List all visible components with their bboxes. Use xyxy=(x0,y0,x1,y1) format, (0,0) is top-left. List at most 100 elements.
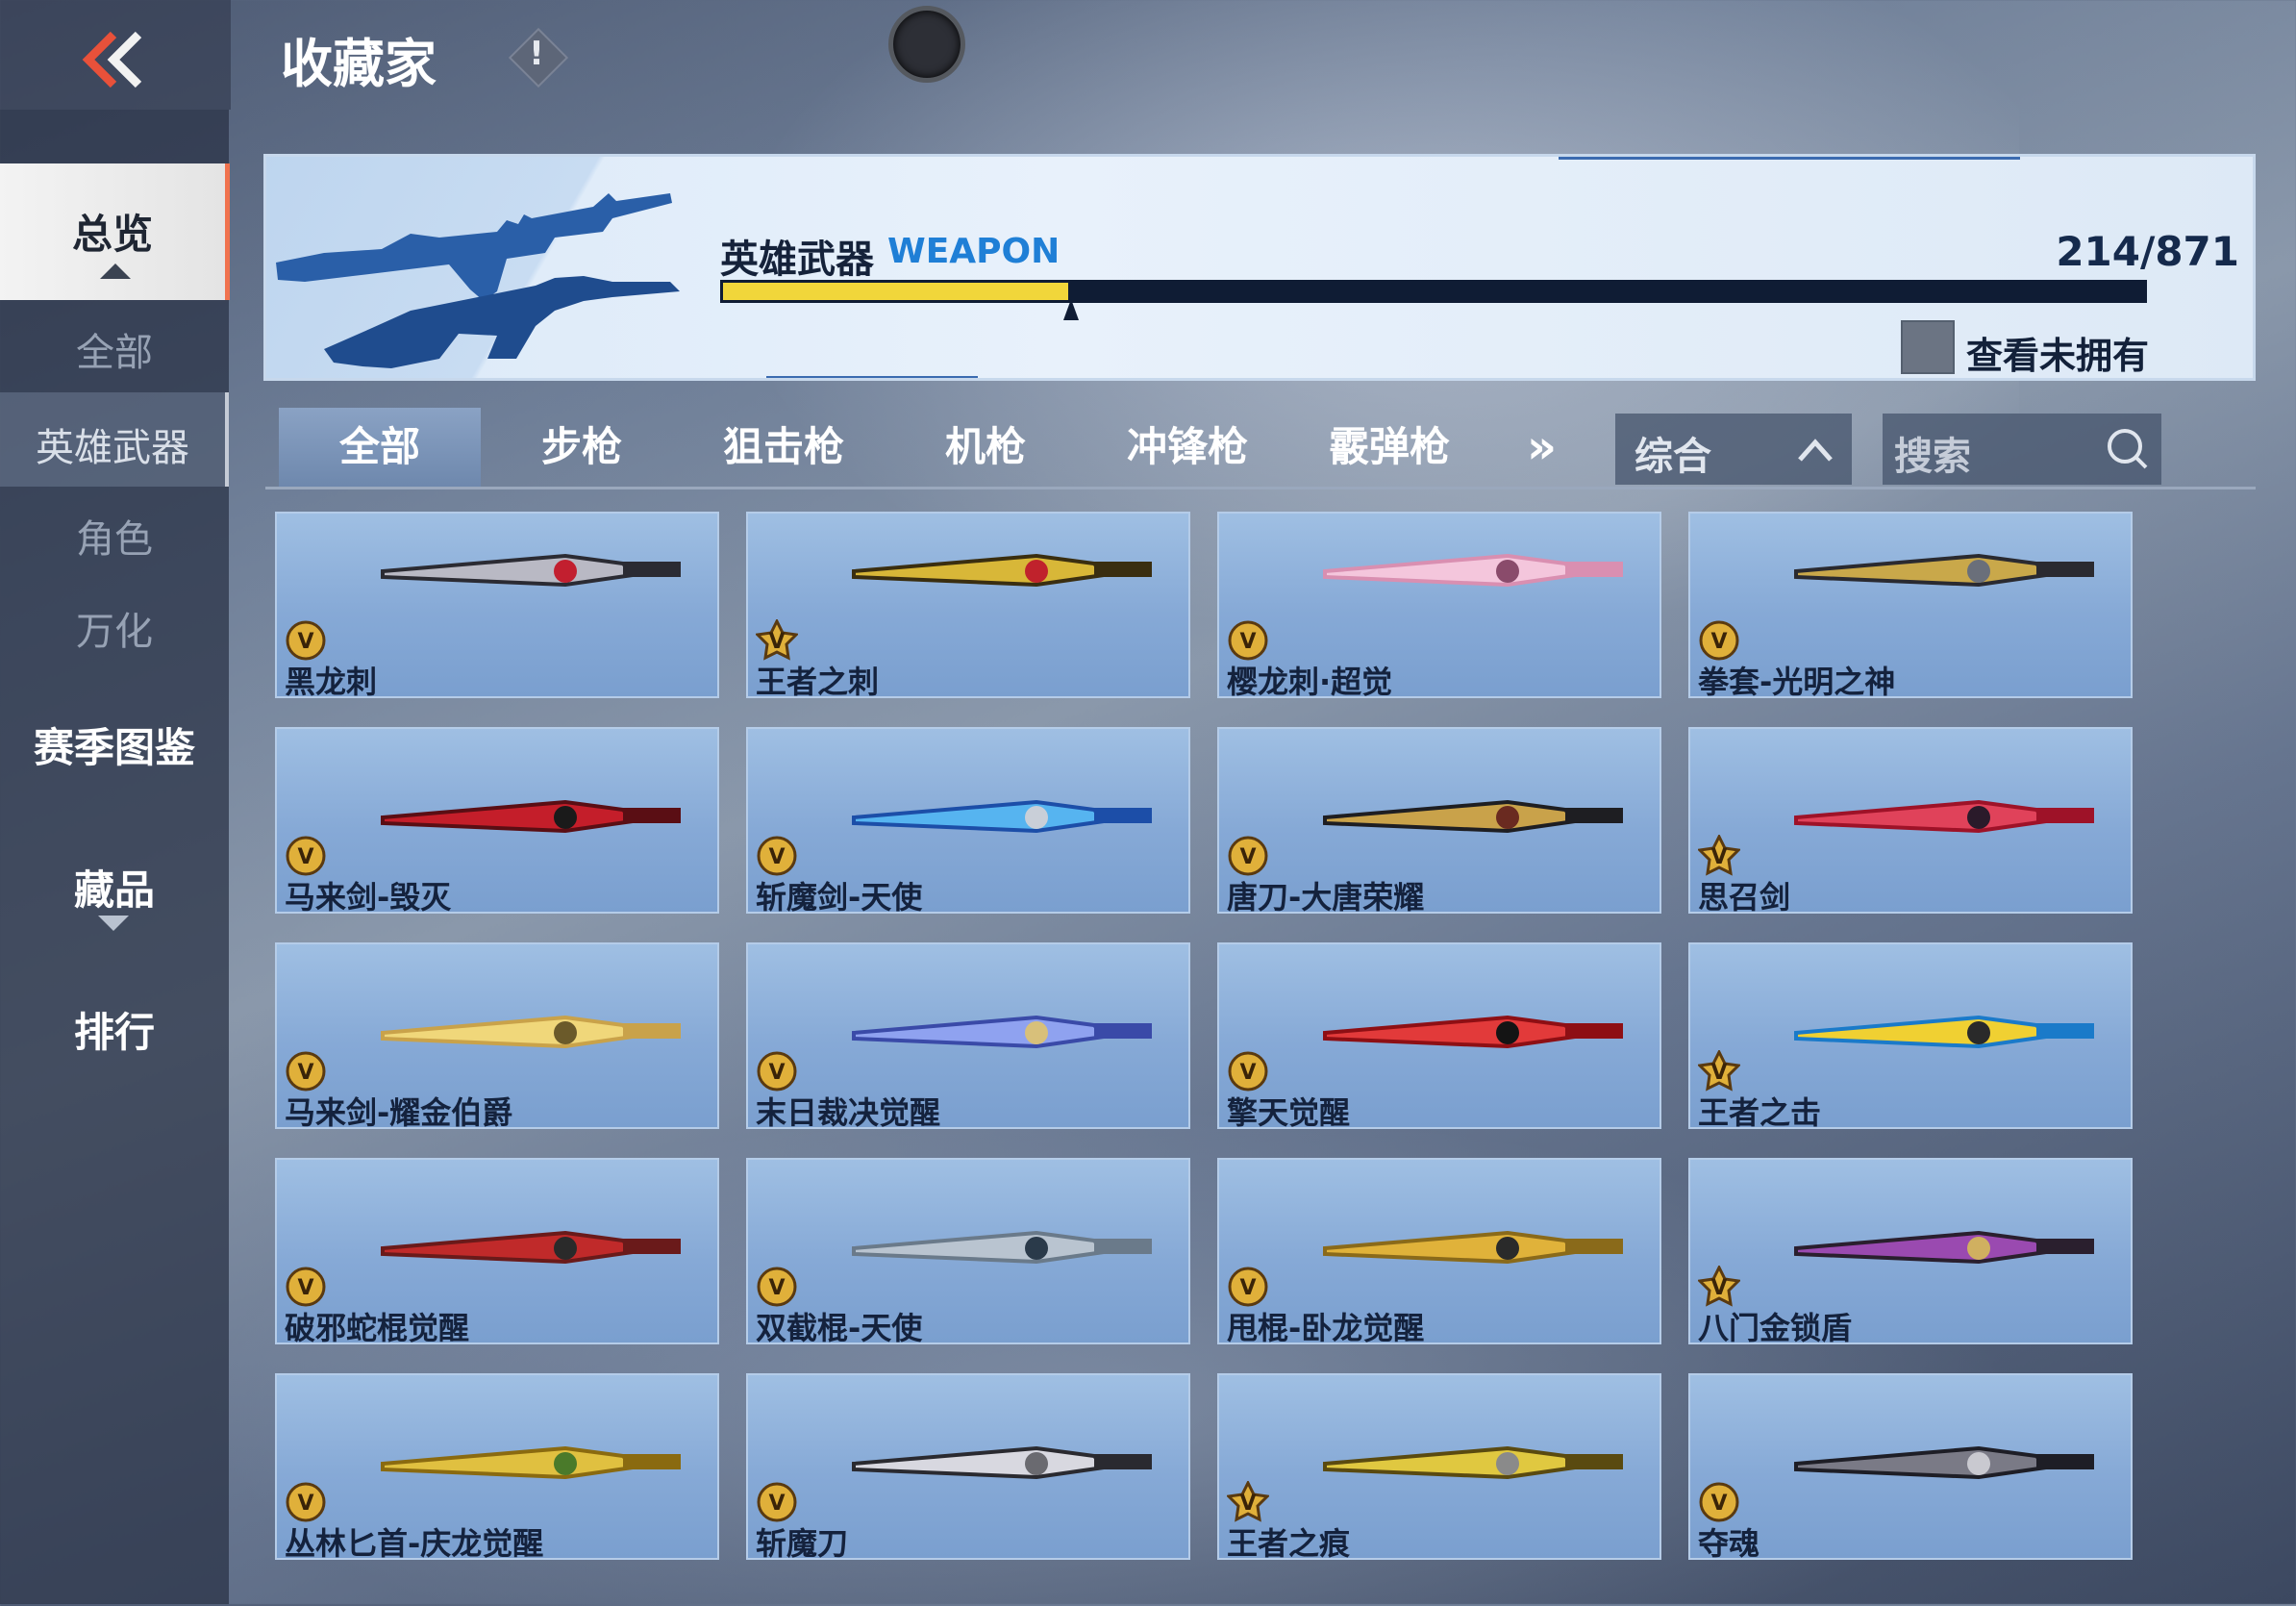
svg-text:V: V xyxy=(1710,1061,1727,1085)
weapon-card[interactable]: V 甩棍-卧龙觉醒 xyxy=(1217,1158,1661,1344)
v-tier-badge-icon: V xyxy=(1228,1267,1268,1307)
tab-all[interactable]: 全部 xyxy=(279,408,481,487)
king-tier-badge-icon: V xyxy=(1698,1266,1740,1307)
weapon-name: 黑龙刺 xyxy=(285,664,378,698)
tab-rifle[interactable]: 步枪 xyxy=(481,408,683,487)
search-input[interactable]: 搜索 xyxy=(1883,414,2161,485)
sidebar-item-characters[interactable]: 角色 xyxy=(0,508,229,564)
weapon-card[interactable]: V 马来剑-耀金伯爵 xyxy=(275,942,719,1129)
v-tier-badge-icon: V xyxy=(1699,1482,1739,1522)
weapon-type-tabs: 全部 步枪 狙击枪 机枪 冲锋枪 霰弹枪 » 综合 搜索 xyxy=(265,408,2256,494)
weapon-name: 拳套-光明之神 xyxy=(1698,664,1896,698)
chevron-up-icon xyxy=(1798,439,1833,462)
svg-text:V: V xyxy=(297,845,313,869)
weapon-card[interactable]: V 王者之刺 xyxy=(746,512,1190,698)
v-tier-badge-icon: V xyxy=(757,836,797,876)
weapon-card[interactable]: V 樱龙刺·超觉 xyxy=(1217,512,1661,698)
svg-text:V: V xyxy=(297,630,313,654)
tab-smg[interactable]: 冲锋枪 xyxy=(1086,408,1288,487)
sidebar-item-wanhua[interactable]: 万化 xyxy=(0,600,229,656)
weapon-card[interactable]: V 丛林匕首-庆龙觉醒 xyxy=(275,1373,719,1560)
weapon-name: 思召剑 xyxy=(1698,879,1791,914)
sort-dropdown[interactable]: 综合 xyxy=(1615,414,1852,485)
weapon-name: 丛林匕首-庆龙觉醒 xyxy=(285,1525,544,1560)
tab-machine-gun[interactable]: 机枪 xyxy=(885,408,1086,487)
v-tier-badge-icon: V xyxy=(1228,836,1268,876)
svg-text:V: V xyxy=(1239,1061,1256,1085)
weapon-name: 双截棍-天使 xyxy=(756,1310,923,1344)
weapon-card[interactable]: V 斩魔剑-天使 xyxy=(746,727,1190,914)
tab-sniper[interactable]: 狙击枪 xyxy=(683,408,885,487)
weapon-card[interactable]: V 思召剑 xyxy=(1688,727,2133,914)
sidebar-item-all[interactable]: 全部 xyxy=(0,321,229,377)
record-button[interactable] xyxy=(888,6,965,83)
collection-progress-bar xyxy=(720,280,2147,303)
weapon-card[interactable]: V 双截棍-天使 xyxy=(746,1158,1190,1344)
weapon-name: 王者之击 xyxy=(1698,1094,1822,1129)
sidebar-item-hero-weapons[interactable]: 英雄武器 xyxy=(0,392,229,487)
svg-text:V: V xyxy=(768,1061,785,1085)
tab-shotgun[interactable]: 霰弹枪 xyxy=(1288,408,1490,487)
sidebar-item-season-album[interactable]: 赛季图鉴 xyxy=(0,715,229,774)
weapon-card[interactable]: V 八门金锁盾 xyxy=(1688,1158,2133,1344)
sidebar-item-collectibles[interactable]: 藏品 xyxy=(0,858,229,916)
weapon-card[interactable]: V 末日裁决觉醒 xyxy=(746,942,1190,1129)
weapon-name: 斩魔剑-天使 xyxy=(756,879,923,914)
weapon-name: 擎天觉醒 xyxy=(1227,1094,1351,1129)
progress-marker-icon xyxy=(1063,299,1079,320)
weapon-card[interactable]: V 夺魂 xyxy=(1688,1373,2133,1560)
king-tier-badge-icon: V xyxy=(1698,835,1740,876)
sidebar-item-label: 总览 xyxy=(71,211,153,258)
weapon-card[interactable]: V 王者之痕 xyxy=(1217,1373,1661,1560)
weapon-card[interactable]: V 黑龙刺 xyxy=(275,512,719,698)
weapon-name: 斩魔刀 xyxy=(756,1525,849,1560)
double-chevron-left-icon xyxy=(82,31,142,88)
banner-title-en: WEAPON xyxy=(887,232,1061,271)
search-placeholder: 搜索 xyxy=(1894,435,1971,479)
banner-title: 英雄武器 xyxy=(720,238,874,282)
weapon-name: 王者之痕 xyxy=(1227,1525,1351,1560)
weapon-name: 马来剑-毁灭 xyxy=(285,879,452,914)
view-unowned-checkbox[interactable] xyxy=(1901,320,1955,374)
svg-text:V: V xyxy=(1710,845,1727,869)
search-icon xyxy=(2108,429,2148,469)
svg-text:V: V xyxy=(1239,845,1256,869)
king-tier-badge-icon: V xyxy=(756,619,798,661)
v-tier-badge-icon: V xyxy=(286,1267,326,1307)
collapse-triangle-icon xyxy=(100,263,131,279)
collection-progress-fill xyxy=(720,280,1071,303)
weapon-card[interactable]: V 拳套-光明之神 xyxy=(1688,512,2133,698)
sidebar-item-overview[interactable]: 总览 xyxy=(0,163,230,300)
svg-text:V: V xyxy=(768,845,785,869)
king-tier-badge-icon: V xyxy=(1698,1050,1740,1092)
v-tier-badge-icon: V xyxy=(1228,620,1268,661)
weapon-card[interactable]: V 擎天觉醒 xyxy=(1217,942,1661,1129)
weapon-name: 甩棍-卧龙觉醒 xyxy=(1227,1310,1425,1344)
info-glyph: ! xyxy=(529,35,544,73)
v-tier-badge-icon: V xyxy=(286,1051,326,1092)
weapon-card[interactable]: V 王者之击 xyxy=(1688,942,2133,1129)
more-tabs-icon[interactable]: » xyxy=(1527,408,1557,487)
v-tier-badge-icon: V xyxy=(757,1051,797,1092)
back-button[interactable] xyxy=(0,0,231,110)
weapon-name: 八门金锁盾 xyxy=(1698,1310,1853,1344)
svg-text:V: V xyxy=(297,1061,313,1085)
sidebar-item-ranking[interactable]: 排行 xyxy=(0,1000,229,1059)
v-tier-badge-icon: V xyxy=(286,1482,326,1522)
svg-text:V: V xyxy=(768,1492,785,1516)
weapon-name: 樱龙刺·超觉 xyxy=(1227,664,1393,698)
sort-label: 综合 xyxy=(1635,435,1711,479)
svg-text:V: V xyxy=(1710,1276,1727,1300)
weapon-card[interactable]: V 唐刀-大唐荣耀 xyxy=(1217,727,1661,914)
weapon-card[interactable]: V 马来剑-毁灭 xyxy=(275,727,719,914)
view-unowned-label[interactable]: 查看未拥有 xyxy=(1966,326,2149,378)
weapon-card[interactable]: V 斩魔刀 xyxy=(746,1373,1190,1560)
info-button[interactable]: ! xyxy=(508,27,569,88)
svg-text:V: V xyxy=(768,630,785,654)
hero-weapon-banner: 英雄武器 WEAPON 214/871 查看未拥有 xyxy=(263,154,2256,381)
v-tier-badge-icon: V xyxy=(1228,1051,1268,1092)
weapon-card[interactable]: V 破邪蛇棍觉醒 xyxy=(275,1158,719,1344)
svg-text:V: V xyxy=(768,1276,785,1300)
svg-text:V: V xyxy=(297,1492,313,1516)
svg-text:V: V xyxy=(1239,630,1256,654)
